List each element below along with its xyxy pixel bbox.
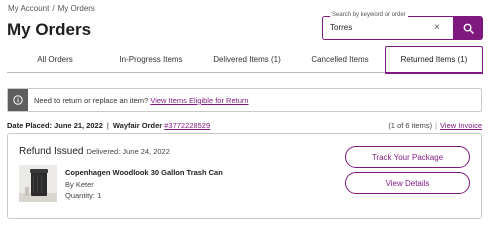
tab-returned-items[interactable]: Returned Items (1) [385,46,483,74]
notice-text-row: Need to return or replace an item? View … [34,96,249,105]
view-details-button[interactable]: View Details [345,172,470,194]
page-title: My Orders [7,20,92,39]
tab-delivered-items[interactable]: Delivered Items (1) [199,46,295,73]
tab-in-progress-items[interactable]: In-Progress Items [103,46,199,73]
order-card: Refund Issued Delivered: June 24, 2022 Co… [7,133,482,219]
notice-icon-box [8,89,28,111]
search-label: Search by keyword or order [330,12,408,18]
product-name[interactable]: Copenhagen Woodlook 30 Gallon Trash Can [65,168,223,177]
order-number-link[interactable]: #3772228529 [164,121,210,130]
count-divider: | [435,121,438,130]
order-count-row: (1 of 6 items) | View Invoice [388,121,482,130]
track-package-button[interactable]: Track Your Package [345,146,470,168]
refund-status-row: Refund Issued Delivered: June 24, 2022 [19,146,170,157]
notice-text: Need to return or replace an item? [34,96,149,105]
search-input[interactable] [330,23,430,32]
tab-all-orders[interactable]: All Orders [7,46,103,73]
product-brand: By Keter [65,180,94,189]
product-image[interactable] [19,165,57,202]
breadcrumb-my-account[interactable]: My Account [8,4,49,13]
order-meta: Date Placed: June 21, 2022 | Wayfair Order… [7,121,210,130]
date-placed: Date Placed: June 21, 2022 [7,121,103,130]
trash-can-image [19,165,57,202]
search-icon [463,23,474,34]
search-button[interactable] [453,16,483,40]
view-eligible-items-link[interactable]: View Items Eligible for Return [150,96,248,105]
order-search: Search by keyword or order × [322,12,483,40]
breadcrumb: My Account / My Orders [8,4,95,13]
order-tabs: All Orders In-Progress Items Delivered I… [7,46,483,74]
breadcrumb-separator: / [52,4,55,13]
item-count: (1 of 6 items) [388,121,433,130]
return-notice: Need to return or replace an item? View … [7,88,482,112]
tab-cancelled-items[interactable]: Cancelled Items [295,46,385,73]
view-invoice-link[interactable]: View Invoice [440,121,482,130]
meta-divider: | [106,121,109,130]
refund-status: Refund Issued [19,146,84,157]
search-box[interactable]: × [322,16,453,40]
breadcrumb-my-orders[interactable]: My Orders [58,4,95,13]
info-icon [13,95,23,105]
order-label: Wayfair Order [112,121,165,130]
product-quantity: Quantity: 1 [65,191,102,200]
delivered-date: Delivered: June 24, 2022 [86,147,170,156]
close-icon[interactable]: × [434,22,440,33]
